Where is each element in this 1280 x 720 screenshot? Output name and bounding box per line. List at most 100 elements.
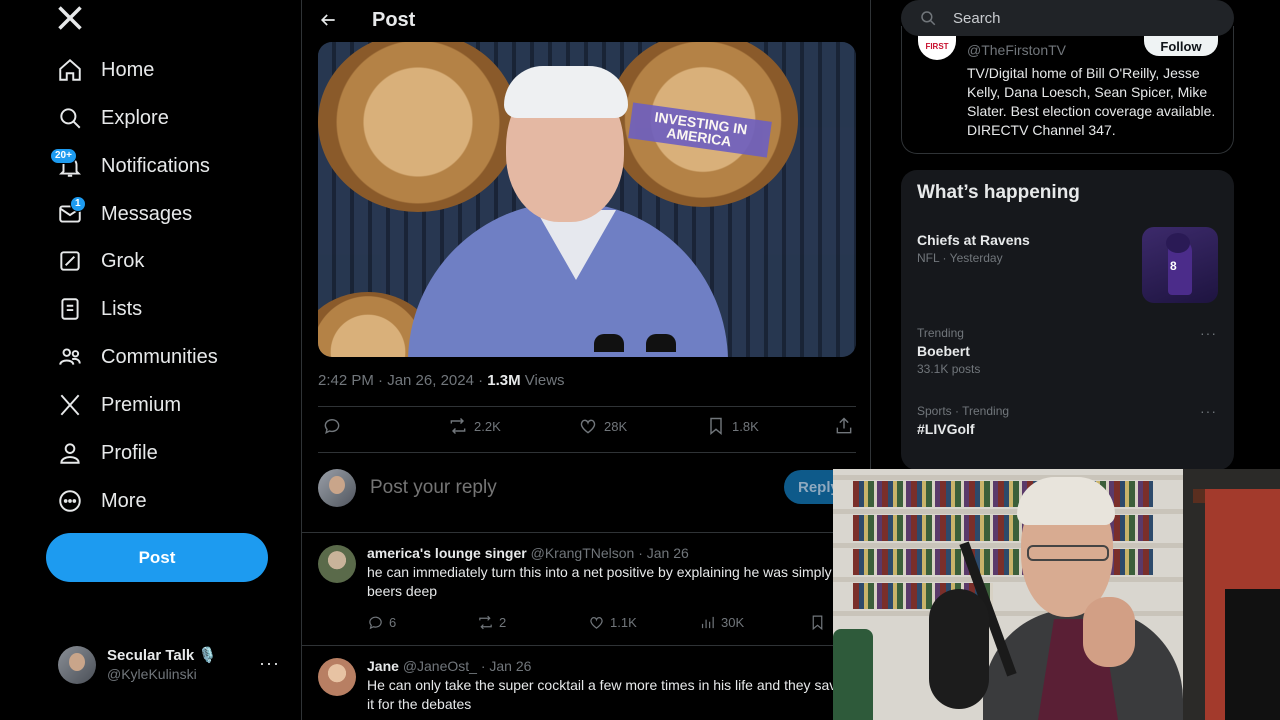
account-handle[interactable]: @TheFirstonTV (967, 42, 1066, 58)
search-bar[interactable] (901, 0, 1234, 36)
reply-author-handle: @KrangTNelson · Jan 26 (530, 545, 689, 561)
share-icon (836, 417, 852, 434)
post-header: Post (302, 0, 870, 40)
trend-name: #LIVGolf (917, 421, 975, 437)
back-arrow-icon[interactable] (318, 10, 338, 30)
trend-thumbnail[interactable]: 8 (1142, 227, 1218, 303)
helmet-icon (1166, 233, 1190, 253)
post-timestamp[interactable]: 2:42 PM · Jan 26, 2024 · (318, 372, 487, 389)
like-count: 1.1K (610, 615, 637, 630)
view-count: 1.3M (487, 372, 521, 389)
reply-icon (324, 419, 340, 434)
reply-input[interactable] (370, 477, 750, 499)
nav-lists[interactable]: Lists (56, 289, 142, 329)
nav-premium[interactable]: Premium (56, 385, 181, 425)
fireplace-opening (1225, 589, 1280, 720)
shelf-board (833, 543, 1183, 548)
shelf-board (833, 475, 1183, 480)
reply-author-name[interactable]: america's lounge singer (367, 545, 527, 561)
views-button[interactable]: 30K (699, 614, 744, 631)
nav-more[interactable]: More (56, 481, 147, 521)
repost-icon (450, 417, 466, 435)
x-logo-icon[interactable] (56, 4, 84, 32)
messages-badge: 1 (70, 196, 86, 212)
repost-count: 2.2K (474, 418, 501, 434)
nav-notifications[interactable]: 20+ Notifications (50, 146, 210, 186)
nav-label: Profile (101, 441, 158, 464)
avatar[interactable] (318, 658, 356, 696)
views-count: 30K (721, 615, 745, 630)
repost-count: 2 (499, 615, 507, 630)
repost-button[interactable]: 2.2K (448, 416, 501, 436)
more-dots-icon[interactable]: ··· (1200, 325, 1217, 341)
more-dots-icon[interactable]: ··· (1200, 403, 1217, 419)
main-column: Post INVESTING IN AMERICA 2:42 PM · Jan … (301, 0, 871, 720)
reply-composer (318, 468, 856, 508)
nav-label: Premium (101, 393, 182, 416)
like-count: 28K (604, 418, 628, 434)
nav-grok[interactable]: Grok (56, 241, 144, 281)
nav-label: Lists (101, 297, 143, 320)
left-nav: Home Explore 20+ Notifications 1 Message… (0, 0, 300, 720)
panel-title: What’s happening (917, 182, 1080, 203)
speaker-hair (504, 66, 628, 118)
who-to-follow-card: FIRST @TheFirstonTV Follow TV/Digital ho… (901, 26, 1234, 154)
like-button[interactable]: 28K (578, 416, 627, 436)
search-icon (921, 11, 936, 26)
nav-label: Messages (101, 202, 193, 225)
account-switcher[interactable]: Secular Talk 🎙️ @KyleKulinski ··· (58, 645, 288, 685)
home-icon (56, 56, 84, 84)
reply-count: 6 (389, 615, 397, 630)
bell-icon: 20+ (50, 148, 84, 180)
nav-label: Notifications (101, 154, 210, 177)
shelf-board (833, 577, 1183, 582)
trend-item[interactable]: Sports · Trending #LIVGolf ··· (917, 403, 1217, 439)
host-hair (1017, 477, 1115, 525)
people-icon (56, 343, 84, 371)
nav-profile[interactable]: Profile (56, 433, 158, 473)
repost-button[interactable]: 2 (477, 614, 506, 631)
nav-communities[interactable]: Communities (56, 337, 218, 377)
chair (833, 629, 873, 720)
divider (318, 452, 856, 453)
avatar (318, 469, 356, 507)
nav-label: Communities (101, 345, 218, 368)
fireplace (1205, 489, 1280, 720)
nav-messages[interactable]: 1 Messages (56, 194, 192, 234)
webcam-overlay (833, 469, 1280, 720)
account-handle: @KyleKulinski (107, 666, 197, 682)
account-name: Secular Talk 🎙️ (107, 647, 218, 664)
trend-context: Trending (917, 326, 964, 340)
share-button[interactable] (834, 416, 854, 436)
avatar[interactable] (318, 545, 356, 583)
bookmark-count: 1.8K (732, 418, 759, 434)
microphone-icon (929, 589, 989, 709)
nav-explore[interactable]: Explore (56, 98, 169, 138)
video-player[interactable]: INVESTING IN AMERICA (318, 42, 856, 357)
bookmark-button[interactable] (809, 614, 826, 631)
post-button[interactable]: Post (46, 533, 268, 582)
reply-author-handle: @JaneOst_ · Jan 26 (402, 658, 532, 674)
shelf-board (833, 509, 1183, 514)
search-input[interactable] (953, 9, 1213, 27)
person-icon (56, 439, 84, 467)
whats-happening-panel: What’s happening Chiefs at Ravens NFL · … (901, 170, 1234, 470)
more-dots-icon[interactable]: ··· (259, 653, 280, 674)
bookmark-icon (812, 615, 823, 631)
like-button[interactable]: 1.1K (588, 614, 637, 631)
trend-item[interactable]: Trending Boebert 33.1K posts ··· (917, 325, 1217, 377)
reply-author-name[interactable]: Jane (367, 658, 399, 674)
nav-label: Home (101, 58, 155, 81)
host-hand (1083, 597, 1135, 667)
page-title: Post (372, 8, 416, 31)
divider (318, 406, 856, 407)
trend-sub: 33.1K posts (917, 362, 981, 376)
bookmark-button[interactable]: 1.8K (706, 416, 759, 436)
post-meta: 2:42 PM · Jan 26, 2024 · 1.3M Views (318, 372, 565, 389)
nav-label: Grok (101, 249, 145, 272)
reply-button[interactable] (322, 416, 348, 436)
reply-button[interactable]: 6 (367, 614, 396, 631)
nav-home[interactable]: Home (56, 50, 154, 90)
repost-icon (479, 615, 492, 630)
divider (302, 532, 870, 533)
